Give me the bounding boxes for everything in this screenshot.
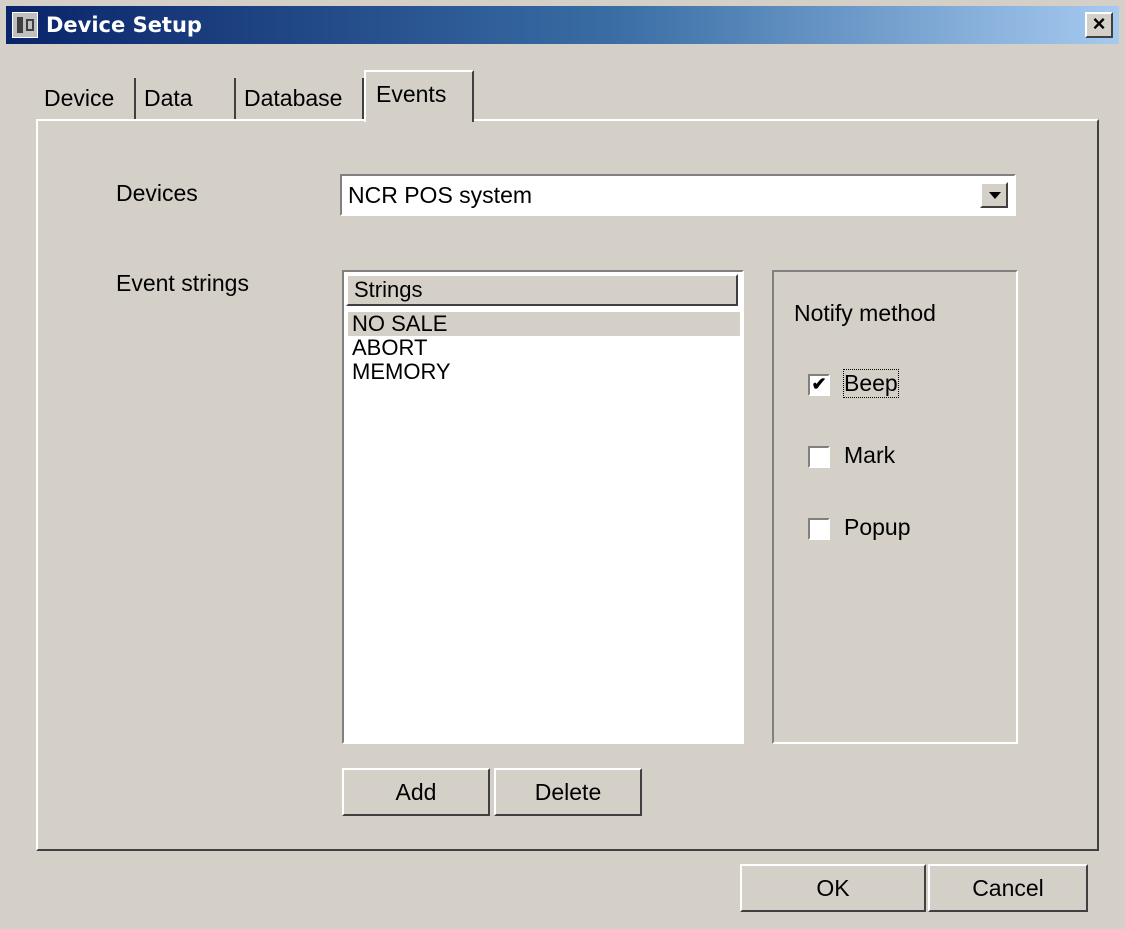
notify-method-group: Notify method ✔ Beep Mark Popup (772, 270, 1018, 744)
cancel-button[interactable]: Cancel (928, 864, 1088, 912)
title-bar: Device Setup × (6, 6, 1119, 44)
delete-button[interactable]: Delete (494, 768, 642, 816)
close-button[interactable]: × (1085, 12, 1113, 38)
tab-data[interactable]: Data (140, 78, 236, 120)
list-item[interactable]: NO SALE (348, 312, 740, 336)
beep-label[interactable]: Beep (843, 369, 899, 398)
chevron-down-icon[interactable] (980, 182, 1008, 208)
devices-combobox[interactable]: NCR POS system (340, 174, 1016, 216)
event-strings-label: Event strings (116, 270, 249, 296)
window-title: Device Setup (46, 13, 202, 37)
devices-combobox-value: NCR POS system (348, 182, 533, 208)
add-button[interactable]: Add (342, 768, 490, 816)
ok-button[interactable]: OK (740, 864, 926, 912)
popup-label[interactable]: Popup (844, 514, 911, 541)
beep-checkbox[interactable]: ✔ Beep (808, 369, 1028, 400)
tab-database[interactable]: Databasе (240, 78, 364, 120)
popup-checkbox[interactable]: Popup (808, 514, 1028, 544)
checkbox-checked-icon[interactable]: ✔ (808, 374, 830, 396)
tab-device[interactable]: Device (40, 78, 136, 120)
checkbox-unchecked-icon[interactable] (808, 446, 830, 468)
event-strings-list[interactable]: Strings NO SALE ABORT MEMORY (342, 270, 744, 744)
device-setup-window: Device Setup × Device Data Databasе Even… (0, 0, 1125, 929)
notify-method-title: Notify method (794, 300, 936, 326)
checkbox-unchecked-icon[interactable] (808, 518, 830, 540)
mark-label[interactable]: Mark (844, 442, 895, 469)
app-icon (12, 12, 38, 38)
tab-events[interactable]: Events (364, 70, 474, 122)
list-column-header-strings[interactable]: Strings (346, 274, 738, 306)
list-item[interactable]: ABORT (348, 336, 740, 360)
devices-label: Devices (116, 180, 198, 206)
list-item[interactable]: MEMORY (348, 360, 740, 384)
mark-checkbox[interactable]: Mark (808, 442, 1028, 472)
